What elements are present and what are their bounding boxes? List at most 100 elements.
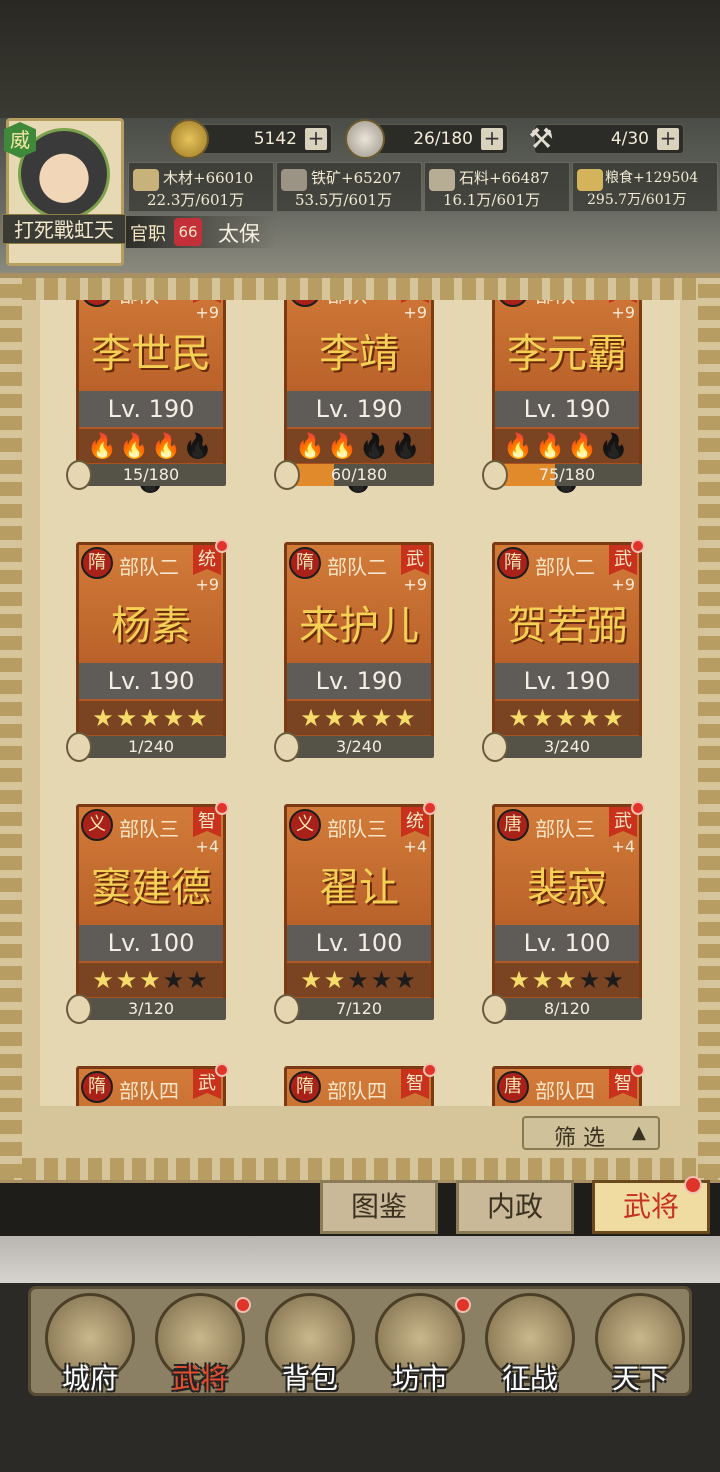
grain-material[interactable]: 粮食+129504 295.7万/601万 — [572, 162, 718, 212]
wood-rate: +66010 — [193, 169, 254, 187]
nav-city-hall[interactable]: 城府 — [37, 1289, 147, 1399]
tab-generals-dot — [684, 1176, 702, 1194]
iron-ore-icon — [281, 169, 307, 191]
nav-general[interactable]: 武将 — [147, 1289, 257, 1399]
unit-label: 部队三 — [327, 817, 387, 841]
star-icon: ★ — [370, 704, 395, 732]
flame-rating: 🔥🔥🔥🔥🔥 — [79, 429, 223, 494]
add-axe-button[interactable]: + — [657, 128, 679, 150]
official-rank[interactable]: 官职 66 太保 — [126, 216, 276, 248]
coin-resource-bar[interactable]: 26/180 + — [345, 119, 508, 159]
add-gold-button[interactable]: + — [305, 128, 327, 150]
stone-label: 石料 — [459, 169, 490, 187]
general-level: Lv. 190 — [495, 391, 639, 427]
nav-throne[interactable]: 天下 — [587, 1289, 697, 1399]
shard-icon — [66, 732, 92, 762]
wood-stock: 22.3万/601万 — [147, 191, 245, 209]
iron-material[interactable]: 铁矿+65207 53.5万/601万 — [276, 162, 422, 212]
filter-button[interactable]: 筛 选 ▲ — [522, 1116, 660, 1151]
general-card[interactable]: 隋部队四武 — [76, 1063, 229, 1106]
flame-icon: 🔥 — [119, 432, 151, 460]
general-name: 李元霸 — [507, 331, 627, 377]
iron-rate: +65207 — [341, 169, 402, 187]
flame-icon: 🔥 — [327, 432, 359, 460]
star-icon: ★ — [300, 704, 324, 732]
general-card[interactable]: 唐部队四智 — [492, 1063, 645, 1106]
wood-material[interactable]: 木材+66010 22.3万/601万 — [128, 162, 274, 212]
stone-material[interactable]: 石料+66487 16.1万/601万 — [424, 162, 570, 212]
general-level: Lv. 100 — [495, 925, 639, 961]
nav-market-cart[interactable]: 坊市 — [367, 1289, 477, 1399]
gold-resource-bar[interactable]: 5142 + — [169, 119, 332, 159]
tab-domestic[interactable]: 内政 — [456, 1180, 574, 1234]
grain-stock: 295.7万/601万 — [587, 192, 687, 208]
tab-handbook[interactable]: 图鉴 — [320, 1180, 438, 1234]
star-icon: ★ — [508, 704, 532, 732]
general-card[interactable]: 隋部队二武 +9 贺若弼 Lv. 190 ★★★★★ — [492, 539, 645, 748]
general-card[interactable]: 唐部队武+9李元霸Lv. 190🔥🔥🔥🔥🔥 — [492, 300, 642, 494]
shard-progress: 3/240 — [284, 736, 434, 758]
star-rating: ★★★★★ — [79, 963, 223, 997]
star-icon: ★ — [186, 704, 210, 732]
shard-icon — [482, 732, 508, 762]
flame-icon: 🔥 — [535, 432, 567, 460]
top-backdrop — [0, 0, 720, 118]
general-name: 窦建德 — [91, 865, 211, 911]
shard-icon — [66, 994, 92, 1024]
iron-label: 铁矿 — [311, 169, 342, 187]
flame-empty-icon: 🔥 — [598, 432, 631, 460]
general-card[interactable]: 隋部队二统 +9 杨素 Lv. 190 ★★★★★ — [76, 539, 229, 748]
panel-border-top — [0, 278, 720, 300]
nav-horn[interactable]: 征战 — [477, 1289, 587, 1399]
general-card[interactable]: 唐部队三武 +4 裴寂 Lv. 100 ★★★★★ — [492, 801, 645, 1010]
shard-icon — [274, 994, 300, 1024]
star-rating: ★★★★★ — [287, 701, 431, 735]
nav-bag[interactable]: 背包 — [257, 1289, 367, 1399]
dynasty-badge: 唐 — [497, 300, 529, 307]
general-name: 李世民 — [91, 331, 211, 377]
star-icon: ★ — [531, 966, 556, 994]
generals-grid[interactable]: 唐部队统+9李世民Lv. 190🔥🔥🔥🔥🔥15/180 唐部队武+9李靖Lv. 1… — [40, 300, 680, 1106]
general-card[interactable]: 义部队三统 +4 翟让 Lv. 100 ★★★★★ — [284, 801, 437, 1010]
nav-label: 天下 — [611, 1362, 668, 1395]
unit-label: 部队二 — [327, 555, 387, 579]
silver-coin-icon — [345, 119, 385, 159]
general-card[interactable]: 隋部队二武 +9 来护儿 Lv. 190 ★★★★★ — [284, 542, 434, 748]
unit-label: 部队三 — [535, 817, 595, 841]
notification-dot — [215, 801, 229, 815]
axe-resource-bar[interactable]: ⚒ 4/30 + — [528, 122, 684, 155]
shard-progress: 7/120 — [284, 998, 434, 1020]
star-empty-icon: ★ — [347, 966, 371, 994]
star-rating: ★★★★★ — [495, 963, 639, 997]
star-rating: ★★★★★ — [79, 701, 223, 735]
stone-icon — [429, 169, 455, 191]
flame-rating: 🔥🔥🔥🔥🔥 — [287, 429, 431, 494]
dynasty-badge: 隋 — [81, 547, 113, 579]
nav-label: 坊市 — [391, 1362, 448, 1395]
general-card[interactable]: 隋部队四智 — [284, 1063, 437, 1106]
star-icon: ★ — [555, 704, 579, 732]
star-empty-icon: ★ — [578, 966, 603, 994]
general-name: 翟让 — [319, 865, 399, 911]
shard-progress: 15/180 — [76, 464, 226, 486]
dynasty-badge: 隋 — [81, 1071, 113, 1103]
grain-icon — [577, 169, 603, 191]
enhance-level: +4 — [195, 837, 219, 856]
notification-dot — [455, 1297, 471, 1313]
nav-label: 城府 — [61, 1362, 118, 1395]
dynasty-badge: 隋 — [289, 1071, 321, 1103]
dynasty-badge: 义 — [289, 809, 321, 841]
panel-border-left — [0, 278, 22, 1178]
general-card[interactable]: 唐部队武+9李靖Lv. 190🔥🔥🔥🔥🔥 — [284, 300, 434, 494]
shard-icon — [274, 732, 300, 762]
shard-count: 3/240 — [335, 737, 383, 756]
general-card[interactable]: 义部队三智 +4 窦建德 Lv. 100 ★★★★★ — [76, 801, 229, 1010]
notification-dot — [215, 1063, 229, 1077]
add-coin-button[interactable]: + — [481, 128, 503, 150]
unit-label: 部队四 — [535, 1079, 595, 1103]
general-card[interactable]: 唐部队统+9李世民Lv. 190🔥🔥🔥🔥🔥 — [76, 300, 226, 494]
general-level: Lv. 190 — [495, 663, 639, 699]
enhance-level: +9 — [611, 575, 635, 594]
star-empty-icon: ★ — [394, 966, 418, 994]
flame-icon: 🔥 — [151, 432, 183, 460]
